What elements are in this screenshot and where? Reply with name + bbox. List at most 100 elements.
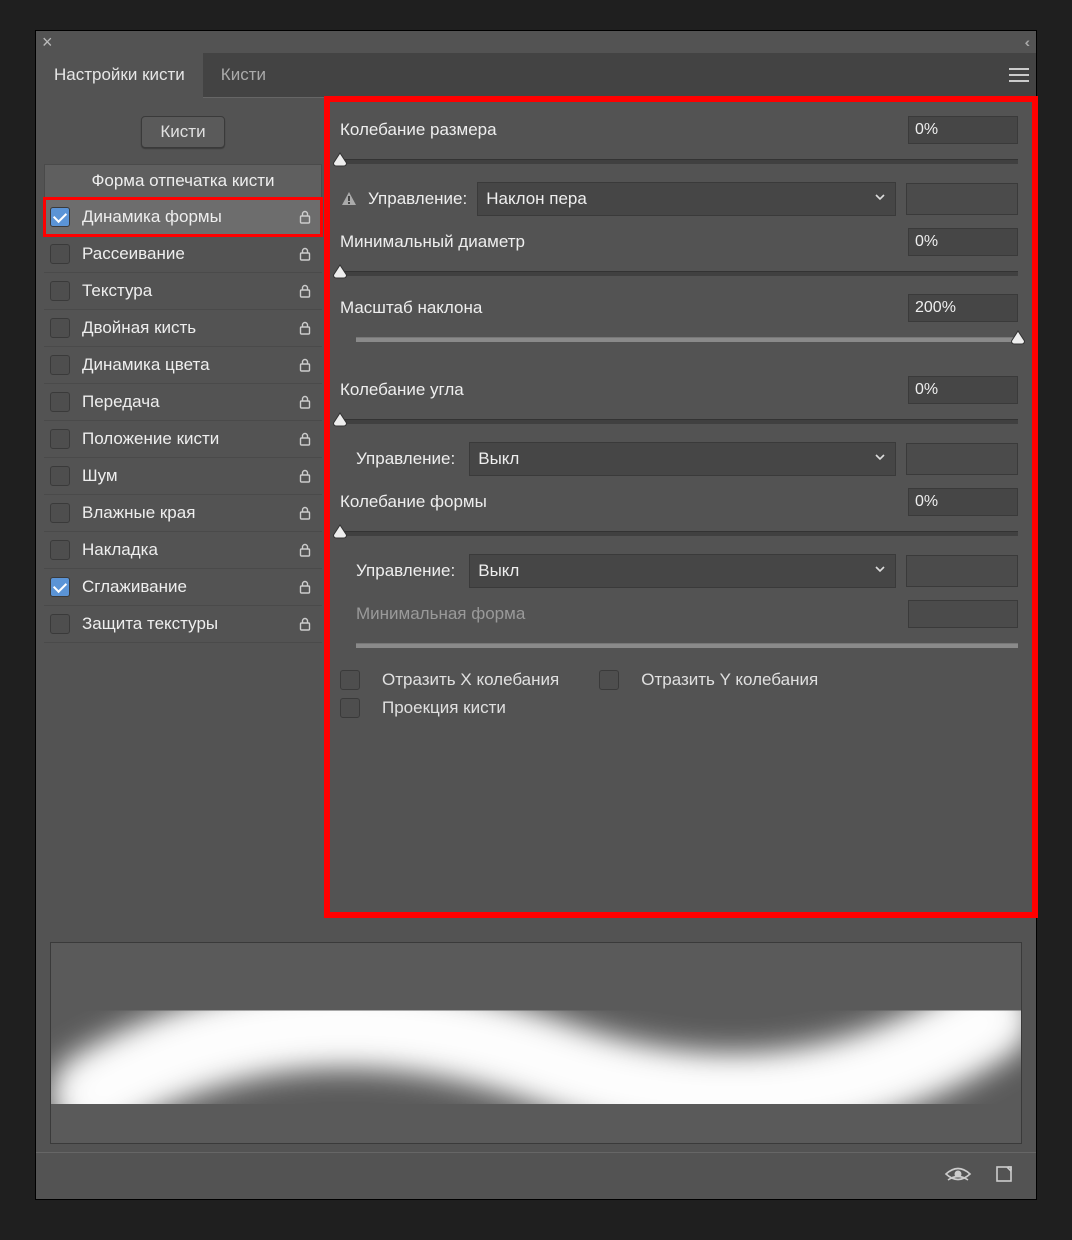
sidebar-item-10[interactable]: Сглаживание xyxy=(44,569,322,606)
lock-icon[interactable] xyxy=(294,394,316,410)
sidebar-item-3[interactable]: Двойная кисть xyxy=(44,310,322,347)
label-roundness-jitter: Колебание формы xyxy=(340,492,908,512)
sidebar-item-label: Рассеивание xyxy=(82,244,294,264)
sidebar-item-label: Динамика формы xyxy=(82,207,294,227)
checkbox-icon[interactable] xyxy=(50,540,70,560)
checkbox-brush-projection[interactable]: Проекция кисти xyxy=(340,698,1018,718)
brush-preview xyxy=(50,942,1022,1144)
lock-icon[interactable] xyxy=(294,431,316,447)
input-min-roundness xyxy=(908,600,1018,628)
panel-menu-icon[interactable] xyxy=(1002,61,1036,89)
tab-brushes[interactable]: Кисти xyxy=(203,53,284,97)
input-size-control-extra[interactable] xyxy=(906,183,1018,215)
slider-min-diameter[interactable] xyxy=(340,262,1018,284)
sidebar-item-6[interactable]: Положение кисти xyxy=(44,421,322,458)
checkbox-icon[interactable] xyxy=(50,318,70,338)
lock-icon[interactable] xyxy=(294,320,316,336)
sidebar-item-9[interactable]: Накладка xyxy=(44,532,322,569)
checkbox-icon[interactable] xyxy=(50,466,70,486)
select-roundness-control-value: Выкл xyxy=(478,561,519,581)
label-size-jitter: Колебание размера xyxy=(340,120,908,140)
label-brush-projection: Проекция кисти xyxy=(382,698,506,718)
label-roundness-control: Управление: xyxy=(356,561,459,581)
sidebar-item-5[interactable]: Передача xyxy=(44,384,322,421)
panel-titlebar: × ‹‹ xyxy=(36,31,1036,53)
lock-icon[interactable] xyxy=(294,283,316,299)
lock-icon[interactable] xyxy=(294,246,316,262)
sidebar-item-label: Шум xyxy=(82,466,294,486)
label-tilt-scale: Масштаб наклона xyxy=(340,298,908,318)
select-roundness-control[interactable]: Выкл xyxy=(469,554,896,588)
sidebar-item-7[interactable]: Шум xyxy=(44,458,322,495)
input-roundness-jitter[interactable] xyxy=(908,488,1018,516)
sidebar-item-label: Влажные края xyxy=(82,503,294,523)
slider-tilt-scale[interactable] xyxy=(356,328,1018,350)
label-angle-jitter: Колебание угла xyxy=(340,380,908,400)
input-roundness-control-extra[interactable] xyxy=(906,555,1018,587)
sidebar-item-0[interactable]: Динамика формы xyxy=(44,198,322,236)
chevron-down-icon xyxy=(873,189,887,209)
checkbox-icon[interactable] xyxy=(50,429,70,449)
checkbox-flip-x-jitter[interactable]: Отразить X колебания xyxy=(340,670,559,690)
select-angle-control-value: Выкл xyxy=(478,449,519,469)
checkbox-icon[interactable] xyxy=(50,207,70,227)
select-size-control[interactable]: Наклон пера xyxy=(477,182,896,216)
toggle-preview-icon[interactable] xyxy=(944,1165,972,1188)
input-tilt-scale[interactable] xyxy=(908,294,1018,322)
lock-icon[interactable] xyxy=(294,579,316,595)
sidebar-item-label: Текстура xyxy=(82,281,294,301)
checkbox-icon[interactable] xyxy=(50,614,70,634)
select-size-control-value: Наклон пера xyxy=(486,189,587,209)
tab-brush-settings[interactable]: Настройки кисти xyxy=(36,53,203,98)
warning-icon xyxy=(340,190,358,208)
sidebar-item-label: Передача xyxy=(82,392,294,412)
checkbox-icon[interactable] xyxy=(50,392,70,412)
sidebar-item-11[interactable]: Защита текстуры xyxy=(44,606,322,643)
input-angle-control-extra[interactable] xyxy=(906,443,1018,475)
lock-icon[interactable] xyxy=(294,542,316,558)
label-flip-y: Отразить Y колебания xyxy=(641,670,818,690)
sidebar-item-label: Сглаживание xyxy=(82,577,294,597)
label-size-control: Управление: xyxy=(368,189,467,209)
panel-footer xyxy=(36,1152,1036,1199)
sidebar-item-8[interactable]: Влажные края xyxy=(44,495,322,532)
checkbox-icon[interactable] xyxy=(50,503,70,523)
lock-icon[interactable] xyxy=(294,616,316,632)
lock-icon[interactable] xyxy=(294,505,316,521)
input-size-jitter[interactable] xyxy=(908,116,1018,144)
sidebar-item-label: Двойная кисть xyxy=(82,318,294,338)
slider-min-roundness xyxy=(356,634,1018,656)
sidebar-item-1[interactable]: Рассеивание xyxy=(44,236,322,273)
close-icon[interactable]: × xyxy=(42,32,53,53)
sidebar-item-label: Динамика цвета xyxy=(82,355,294,375)
section-brush-tip-shape[interactable]: Форма отпечатка кисти xyxy=(44,164,322,198)
sidebar-item-label: Положение кисти xyxy=(82,429,294,449)
lock-icon[interactable] xyxy=(294,468,316,484)
sidebar-item-label: Защита текстуры xyxy=(82,614,294,634)
checkbox-icon[interactable] xyxy=(50,577,70,597)
input-angle-jitter[interactable] xyxy=(908,376,1018,404)
panel-tabs: Настройки кисти Кисти xyxy=(36,53,1036,98)
checkbox-flip-y-jitter[interactable]: Отразить Y колебания xyxy=(599,670,818,690)
lock-icon[interactable] xyxy=(294,209,316,225)
lock-icon[interactable] xyxy=(294,357,316,373)
new-preset-icon[interactable] xyxy=(994,1164,1014,1189)
chevron-down-icon xyxy=(873,561,887,581)
collapse-icon[interactable]: ‹‹ xyxy=(1025,34,1026,50)
sidebar-item-2[interactable]: Текстура xyxy=(44,273,322,310)
checkbox-icon[interactable] xyxy=(50,281,70,301)
label-min-diameter: Минимальный диаметр xyxy=(340,232,908,252)
slider-angle-jitter[interactable] xyxy=(340,410,1018,432)
sidebar-item-4[interactable]: Динамика цвета xyxy=(44,347,322,384)
input-min-diameter[interactable] xyxy=(908,228,1018,256)
checkbox-icon[interactable] xyxy=(50,355,70,375)
slider-roundness-jitter[interactable] xyxy=(340,522,1018,544)
brushes-button[interactable]: Кисти xyxy=(141,116,224,148)
label-flip-x: Отразить X колебания xyxy=(382,670,559,690)
checkbox-icon[interactable] xyxy=(50,244,70,264)
select-angle-control[interactable]: Выкл xyxy=(469,442,896,476)
label-min-roundness: Минимальная форма xyxy=(356,604,908,624)
slider-size-jitter[interactable] xyxy=(340,150,1018,172)
chevron-down-icon xyxy=(873,449,887,469)
sidebar: Кисти Форма отпечатка кисти Динамика фор… xyxy=(36,98,326,932)
